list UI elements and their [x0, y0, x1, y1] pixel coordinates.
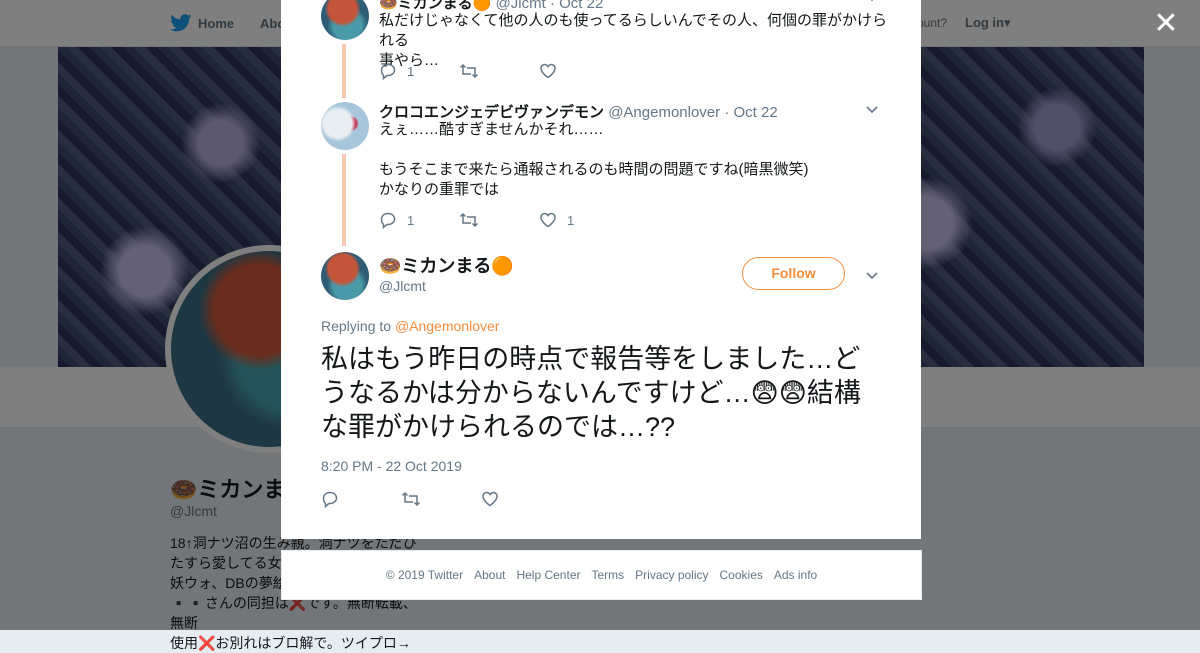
- heart-icon: [481, 490, 499, 508]
- like-button[interactable]: 1: [539, 211, 619, 229]
- footer-link-about[interactable]: About: [474, 568, 505, 582]
- tweet-actions: 1: [379, 61, 619, 81]
- main-tweet-timestamp[interactable]: 8:20 PM - 22 Oct 2019: [321, 458, 462, 474]
- close-icon[interactable]: ✕: [1152, 9, 1180, 39]
- reply-count: 1: [407, 63, 415, 79]
- tweet-text-line: [379, 140, 889, 160]
- like-count: 1: [567, 212, 575, 228]
- main-tweet-author-name[interactable]: 🍩ミカンまる🟠: [379, 252, 514, 278]
- tweet-header: クロコエンジェデビヴァンデモン @Angemonlover · Oct 22: [379, 104, 778, 121]
- footer-link-terms[interactable]: Terms: [591, 568, 624, 582]
- main-tweet-author-handle[interactable]: @Jlcmt: [379, 278, 426, 294]
- footer-link-cookies[interactable]: Cookies: [720, 568, 763, 582]
- heart-icon: [539, 211, 557, 229]
- footer-copyright: © 2019 Twitter: [385, 568, 464, 582]
- chevron-down-icon[interactable]: [865, 102, 879, 116]
- reply-button[interactable]: 1: [379, 62, 459, 80]
- tweet-avatar[interactable]: [321, 0, 369, 40]
- footer-link-ads-info[interactable]: Ads info: [774, 568, 817, 582]
- tweet-text-line: かなりの重罪では: [379, 181, 500, 198]
- tweet-text: えぇ……酷すぎませんかそれ…… もうそこまで来たら通報されるのも時間の問題ですね…: [379, 120, 889, 200]
- follow-button[interactable]: Follow: [742, 257, 845, 290]
- tweet-text-line: えぇ……酷すぎませんかそれ……: [379, 121, 604, 138]
- tweet-modal: 🍩ミカンまる🟠 @Jlcmt · Oct 22 私だけじゃなくて他の人のも使って…: [281, 0, 921, 539]
- chevron-down-icon[interactable]: [865, 268, 879, 282]
- reply-button[interactable]: 1: [379, 211, 459, 229]
- reply-icon: [379, 211, 397, 229]
- tweet-text-line: 私だけじゃなくて他の人のも使ってるらしいんでその人、何個の罪がかけられる: [379, 12, 888, 49]
- like-button[interactable]: [539, 62, 619, 80]
- reply-button[interactable]: [321, 490, 401, 508]
- main-tweet-actions: [321, 489, 561, 509]
- tweet-author-name[interactable]: クロコエンジェデビヴァンデモン: [379, 104, 604, 121]
- main-tweet-avatar[interactable]: [321, 252, 369, 300]
- replying-to: Replying to @Angemonlover: [321, 318, 499, 334]
- like-button[interactable]: [481, 490, 561, 508]
- footer-link-help-center[interactable]: Help Center: [516, 568, 580, 582]
- reply-count: 1: [407, 212, 415, 228]
- tweet-date[interactable]: Oct 22: [733, 104, 777, 121]
- replying-to-link[interactable]: @Angemonlover: [395, 318, 500, 334]
- thread-connector: [342, 154, 346, 246]
- bio-line: 使用❌お別れはブロ解で。ツイプロ→: [170, 635, 411, 651]
- tweet-actions: 1 1: [379, 210, 619, 230]
- retweet-icon: [459, 62, 479, 80]
- replying-prefix: Replying to: [321, 318, 392, 334]
- retweet-button[interactable]: [401, 490, 481, 508]
- retweet-button[interactable]: [459, 211, 539, 229]
- tweet-author-handle[interactable]: @Angemonlover: [608, 104, 720, 121]
- tweet-text-line: もうそこまで来たら通報されるのも時間の問題ですね(暗黒微笑): [379, 161, 809, 178]
- retweet-icon: [459, 211, 479, 229]
- modal-footer: © 2019 Twitter About Help Center Terms P…: [281, 550, 922, 600]
- chevron-down-icon[interactable]: [865, 0, 879, 4]
- tweet-avatar[interactable]: [321, 102, 369, 150]
- main-tweet-text: 私はもう昨日の時点で報告等をしました…どうなるかは分からないんですけど…😨😨結構…: [321, 344, 861, 442]
- retweet-icon: [401, 490, 421, 508]
- thread-connector: [342, 44, 346, 98]
- footer-link-privacy[interactable]: Privacy policy: [635, 568, 708, 582]
- heart-icon: [539, 62, 557, 80]
- retweet-button[interactable]: [459, 62, 539, 80]
- reply-icon: [321, 490, 339, 508]
- reply-icon: [379, 62, 397, 80]
